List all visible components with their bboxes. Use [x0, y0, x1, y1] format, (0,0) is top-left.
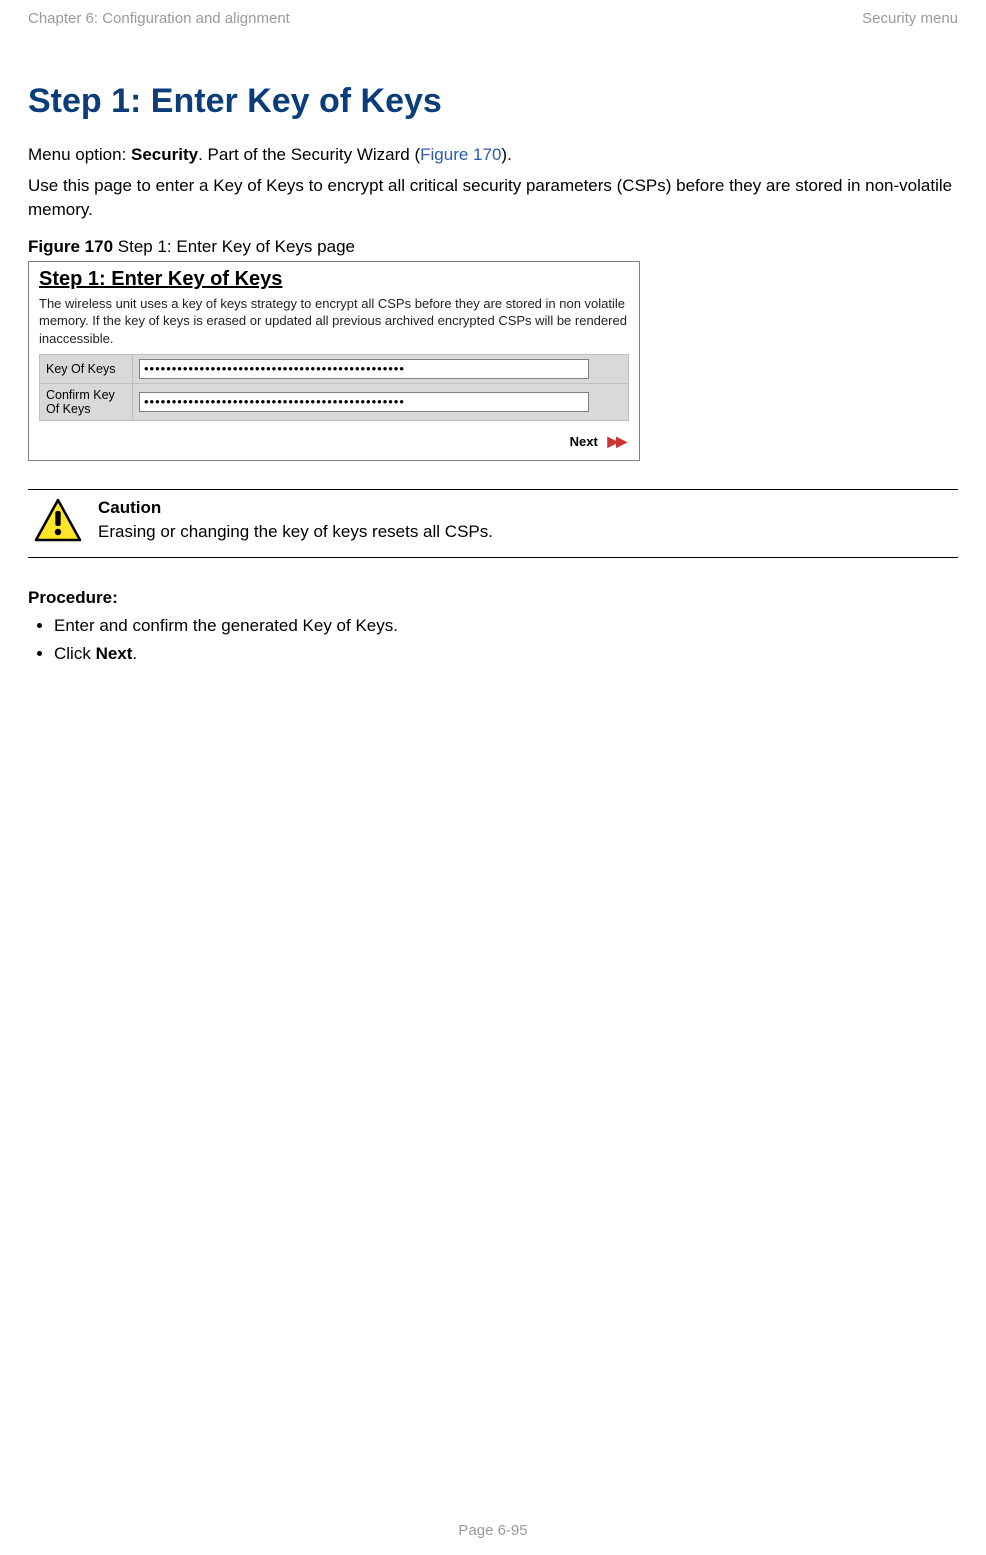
figure-caption-label: Figure 170: [28, 237, 113, 256]
intro-suffix: ).: [501, 145, 511, 164]
screenshot-description: The wireless unit uses a key of keys str…: [39, 295, 629, 348]
figure-caption-text: Step 1: Enter Key of Keys page: [113, 237, 355, 256]
procedure-item-2-bold: Next: [96, 644, 133, 663]
page-footer: Page 6-95: [0, 1522, 986, 1539]
confirm-key-label: Confirm Key Of Keys: [40, 383, 133, 420]
intro-prefix: Menu option:: [28, 145, 131, 164]
divider: [28, 557, 958, 558]
next-button[interactable]: Next ▶▶: [29, 425, 639, 460]
header-right: Security menu: [862, 10, 958, 27]
list-item: Enter and confirm the generated Key of K…: [54, 616, 958, 636]
menu-option-label: Security: [131, 145, 198, 164]
caution-box: Caution Erasing or changing the key of k…: [28, 490, 958, 557]
caution-icon: [34, 498, 82, 547]
table-row: Key Of Keys ••••••••••••••••••••••••••••…: [40, 354, 629, 383]
procedure-item-1: Enter and confirm the generated Key of K…: [54, 616, 398, 635]
caution-body: Erasing or changing the key of keys rese…: [98, 522, 958, 542]
intro-paragraph-2: Use this page to enter a Key of Keys to …: [28, 174, 958, 223]
intro-mid: . Part of the Security Wizard (: [198, 145, 420, 164]
page-header: Chapter 6: Configuration and alignment S…: [28, 10, 958, 27]
list-item: Click Next.: [54, 644, 958, 664]
caution-title: Caution: [98, 498, 958, 518]
header-left: Chapter 6: Configuration and alignment: [28, 10, 290, 27]
next-label: Next: [570, 434, 598, 449]
key-of-keys-input[interactable]: ••••••••••••••••••••••••••••••••••••••••…: [139, 359, 589, 379]
next-arrows-icon: ▶▶: [607, 433, 625, 449]
key-of-keys-label: Key Of Keys: [40, 354, 133, 383]
procedure-list: Enter and confirm the generated Key of K…: [32, 616, 958, 664]
confirm-key-input[interactable]: ••••••••••••••••••••••••••••••••••••••••…: [139, 392, 589, 412]
intro-paragraph-1: Menu option: Security. Part of the Secur…: [28, 143, 958, 168]
screenshot-figure: Step 1: Enter Key of Keys The wireless u…: [28, 261, 640, 461]
screenshot-title: Step 1: Enter Key of Keys: [39, 268, 629, 291]
key-input-table: Key Of Keys ••••••••••••••••••••••••••••…: [39, 354, 629, 421]
procedure-heading: Procedure:: [28, 588, 958, 608]
figure-ref-link[interactable]: Figure 170: [420, 145, 501, 164]
section-title: Step 1: Enter Key of Keys: [28, 82, 958, 121]
figure-caption: Figure 170 Step 1: Enter Key of Keys pag…: [28, 237, 958, 257]
table-row: Confirm Key Of Keys ••••••••••••••••••••…: [40, 383, 629, 420]
procedure-item-2-prefix: Click: [54, 644, 96, 663]
procedure-item-2-suffix: .: [132, 644, 137, 663]
